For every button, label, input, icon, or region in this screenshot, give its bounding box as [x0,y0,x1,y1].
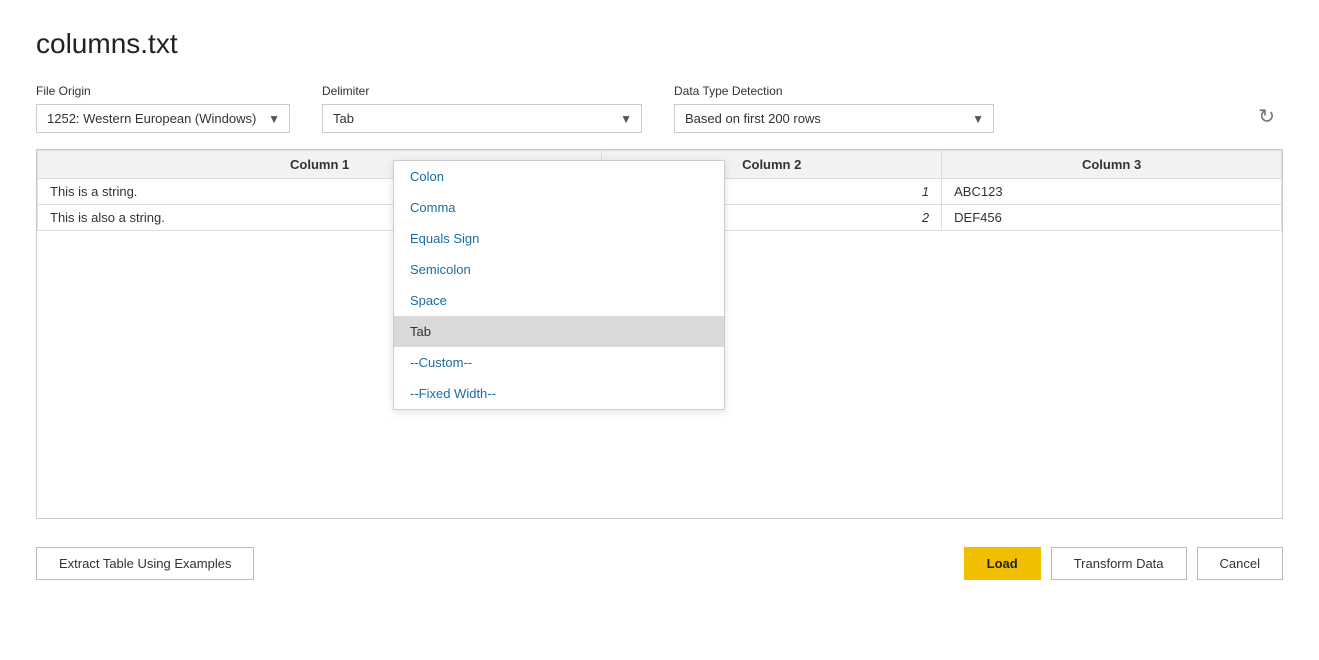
footer-right: Load Transform Data Cancel [964,547,1283,580]
row2-col3: DEF456 [942,205,1282,231]
delimiter-option-equals[interactable]: Equals Sign [394,223,724,254]
delimiter-option-tab[interactable]: Tab [394,316,724,347]
file-origin-select-wrapper[interactable]: 1252: Western European (Windows) UTF-8 U… [36,104,290,133]
delimiter-option-custom[interactable]: --Custom-- [394,347,724,378]
delimiter-group: Delimiter Tab ▼ [322,84,642,133]
load-button[interactable]: Load [964,547,1041,580]
data-type-detection-group: Data Type Detection Based on first 200 r… [674,84,994,133]
delimiter-option-space[interactable]: Space [394,285,724,316]
delimiter-option-fixed-width[interactable]: --Fixed Width-- [394,378,724,409]
delimiter-select[interactable]: Tab [322,104,642,133]
data-type-detection-label: Data Type Detection [674,84,994,98]
refresh-button[interactable]: ↻ [1250,100,1283,133]
data-type-select-wrapper[interactable]: Based on first 200 rows Based on entire … [674,104,994,133]
delimiter-dropdown: Colon Comma Equals Sign Semicolon Space … [393,160,725,410]
delimiter-select-wrapper[interactable]: Tab ▼ [322,104,642,133]
delimiter-label: Delimiter [322,84,642,98]
extract-table-button[interactable]: Extract Table Using Examples [36,547,254,580]
transform-data-button[interactable]: Transform Data [1051,547,1187,580]
controls-row: File Origin 1252: Western European (Wind… [36,84,1283,133]
footer-left: Extract Table Using Examples [36,547,254,580]
data-type-select[interactable]: Based on first 200 rows Based on entire … [674,104,994,133]
footer: Extract Table Using Examples Load Transf… [36,535,1283,596]
column-3-header: Column 3 [942,151,1282,179]
delimiter-option-semicolon[interactable]: Semicolon [394,254,724,285]
row1-col3: ABC123 [942,179,1282,205]
file-origin-group: File Origin 1252: Western European (Wind… [36,84,290,133]
delimiter-option-colon[interactable]: Colon [394,161,724,192]
file-origin-select[interactable]: 1252: Western European (Windows) UTF-8 U… [36,104,290,133]
delimiter-option-comma[interactable]: Comma [394,192,724,223]
cancel-button[interactable]: Cancel [1197,547,1283,580]
file-origin-label: File Origin [36,84,290,98]
refresh-icon-area: ↻ [1250,100,1283,133]
dialog-title: columns.txt [36,28,1283,60]
